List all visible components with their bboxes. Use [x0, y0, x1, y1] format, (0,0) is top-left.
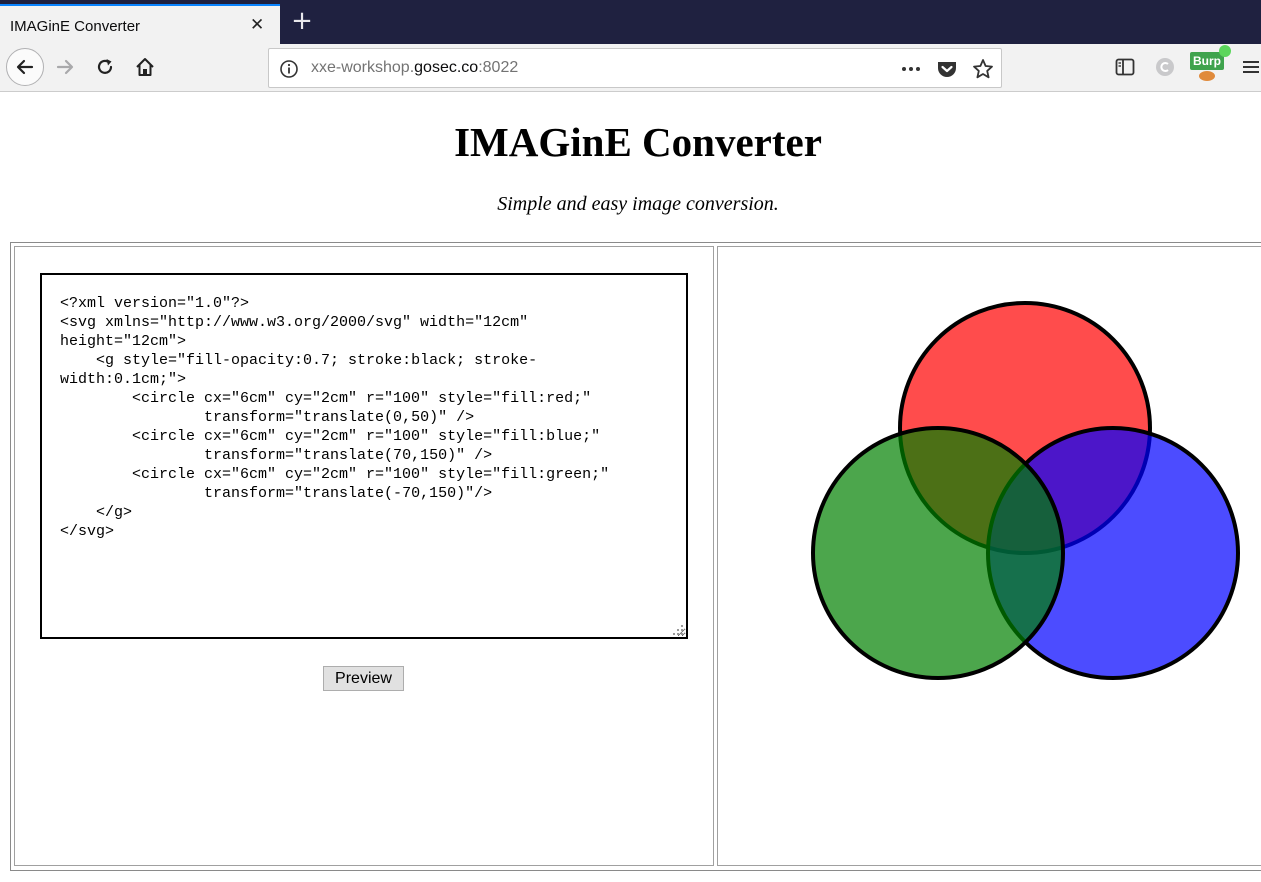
page-title: IMAGinE Converter [454, 119, 822, 165]
reload-button[interactable] [88, 50, 122, 84]
pocket-icon[interactable] [935, 57, 959, 81]
close-icon[interactable]: ✕ [250, 15, 264, 35]
tab-title: IMAGinE Converter [10, 18, 141, 35]
plus-icon[interactable]: + [288, 6, 316, 38]
preview-button[interactable]: Preview [323, 666, 404, 691]
url-text: xxe-workshop.gosec.co:8022 [311, 59, 518, 77]
url-bar[interactable]: xxe-workshop.gosec.co:8022 [268, 48, 1002, 88]
burp-logo-icon [1199, 71, 1215, 81]
tab-strip: IMAGinE Converter ✕ + [0, 0, 1261, 44]
home-icon [136, 58, 154, 76]
extension-icon[interactable] [1148, 50, 1182, 84]
burp-extension-button[interactable]: Burp [1190, 45, 1231, 84]
back-icon [16, 59, 34, 75]
green-circle [811, 426, 1065, 680]
star-icon[interactable] [971, 57, 995, 81]
menu-icon[interactable] [1236, 50, 1261, 84]
sidebar-icon[interactable] [1108, 50, 1142, 84]
more-icon[interactable] [899, 57, 923, 81]
page-subtitle: Simple and easy image conversion. [497, 193, 779, 215]
svg-source-textarea[interactable] [40, 273, 688, 639]
home-button[interactable] [128, 50, 162, 84]
url-port: :8022 [478, 59, 519, 76]
forward-button[interactable] [48, 50, 82, 84]
info-icon[interactable] [277, 57, 301, 81]
url-host-domain: gosec.co [414, 59, 479, 76]
badge-dot-icon [1219, 45, 1231, 57]
tab-imagine-converter[interactable]: IMAGinE Converter ✕ [0, 4, 280, 44]
svg-preview-image [811, 301, 1240, 680]
forward-icon [56, 59, 74, 75]
resize-grip-icon[interactable] [672, 624, 684, 636]
reload-icon [97, 59, 113, 74]
url-host-prefix: xxe-workshop. [311, 59, 415, 76]
back-button[interactable] [6, 48, 44, 86]
navigation-toolbar: xxe-workshop.gosec.co:8022 Burp [0, 44, 1261, 92]
